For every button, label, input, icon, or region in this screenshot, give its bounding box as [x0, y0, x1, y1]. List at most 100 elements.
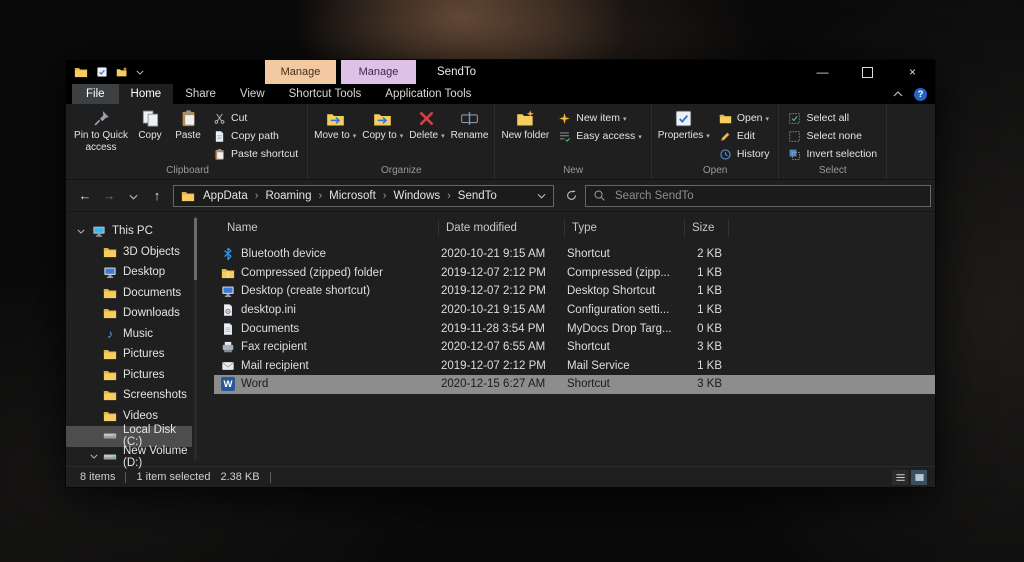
file-row-desktop-ini[interactable]: desktop.ini 2020-10-21 9:15 AM Configura… — [214, 301, 935, 320]
sidebar-item-3d-objects[interactable]: 3D Objects — [66, 242, 192, 263]
refresh-icon — [565, 189, 578, 202]
file-row-mail-recipient[interactable]: Mail recipient 2019-12-07 2:12 PM Mail S… — [214, 357, 935, 376]
easy-access-button[interactable]: Easy access — [554, 127, 645, 145]
sidebar-scrollbar-thumb[interactable] — [194, 218, 197, 280]
breadcrumb-sendto[interactable]: SendTo — [458, 190, 497, 202]
breadcrumb-appdata[interactable]: AppData — [203, 190, 248, 202]
sidebar-item-screenshots[interactable]: Screenshots — [66, 385, 192, 406]
up-button[interactable]: ↑ — [146, 188, 168, 203]
sparkle-icon — [558, 112, 571, 125]
window-title: SendTo — [437, 66, 477, 78]
document-icon — [221, 322, 235, 336]
address-breadcrumb[interactable]: AppData › Roaming › Microsoft › Windows … — [173, 184, 554, 207]
collapse-ribbon-icon[interactable] — [893, 91, 903, 97]
sidebar-item-pictures-2[interactable]: Pictures — [66, 365, 192, 386]
mail-envelope-icon — [221, 359, 235, 373]
help-button[interactable]: ? — [914, 87, 927, 101]
status-divider — [269, 471, 271, 483]
edit-button[interactable]: Edit — [715, 127, 774, 145]
file-row-documents[interactable]: Documents 2019-11-28 3:54 PM MyDocs Drop… — [214, 319, 935, 338]
copy-path-button[interactable]: Copy path — [209, 127, 302, 145]
tab-view[interactable]: View — [228, 84, 277, 104]
open-button[interactable]: Open — [715, 109, 774, 127]
recent-locations-caret[interactable] — [122, 188, 144, 203]
history-button[interactable]: History — [715, 145, 774, 163]
folder-icon — [103, 347, 117, 361]
qat-new-folder-icon[interactable] — [116, 66, 128, 78]
new-folder-button[interactable]: New folder — [498, 106, 552, 142]
search-input[interactable] — [613, 188, 923, 203]
column-header-size[interactable]: Size — [685, 220, 729, 236]
column-header-name[interactable]: Name — [214, 220, 439, 236]
items-count: 8 items — [80, 471, 116, 483]
column-header-type[interactable]: Type — [565, 220, 685, 236]
maximize-button[interactable] — [845, 60, 890, 84]
new-item-button[interactable]: New item — [554, 109, 645, 127]
invert-selection-icon — [788, 148, 801, 161]
tab-home[interactable]: Home — [118, 84, 174, 104]
location-folder-icon — [181, 189, 195, 203]
maximize-icon — [862, 66, 873, 78]
breadcrumb-separator-icon: › — [447, 189, 451, 202]
word-icon: W — [221, 377, 235, 392]
sidebar-item-music[interactable]: ♪ Music — [66, 324, 192, 345]
sidebar-item-desktop[interactable]: Desktop — [66, 262, 192, 283]
tab-application-tools[interactable]: Application Tools — [373, 84, 483, 104]
manage-application-tools-header[interactable]: Manage — [341, 60, 416, 84]
expand-chevron-icon[interactable] — [77, 229, 85, 234]
details-view-button[interactable] — [892, 469, 908, 485]
cut-button[interactable]: Cut — [209, 109, 302, 127]
breadcrumb-microsoft[interactable]: Microsoft — [329, 190, 376, 202]
sidebar-item-pictures[interactable]: Pictures — [66, 344, 192, 365]
delete-button[interactable]: Delete — [406, 106, 447, 142]
select-all-button[interactable]: Select all — [784, 109, 881, 127]
ribbon-group-open: Properties Open Edit History — [652, 104, 780, 179]
rename-button[interactable]: Rename — [448, 106, 492, 142]
sidebar-item-downloads[interactable]: Downloads — [66, 303, 192, 324]
breadcrumb-roaming[interactable]: Roaming — [265, 190, 311, 202]
sidebar-item-new-volume-d[interactable]: New Volume (D:) — [66, 445, 192, 469]
copy-to-button[interactable]: Copy to — [359, 106, 406, 142]
tab-share[interactable]: Share — [173, 84, 228, 104]
app-folder-icon[interactable] — [74, 65, 88, 79]
tab-shortcut-tools[interactable]: Shortcut Tools — [277, 84, 374, 104]
paste-shortcut-button[interactable]: Paste shortcut — [209, 145, 302, 163]
file-row-word-selected[interactable]: W Word 2020-12-15 6:27 AM Shortcut 3 KB — [214, 375, 935, 394]
copy-button[interactable]: Copy — [131, 106, 169, 142]
invert-selection-button[interactable]: Invert selection — [784, 145, 881, 163]
pin-to-quick-access-button[interactable]: Pin to Quick access — [71, 106, 131, 154]
paste-button[interactable]: Paste — [169, 106, 207, 142]
manage-shortcut-tools-header[interactable]: Manage — [265, 60, 336, 84]
sidebar-scrollbar[interactable] — [194, 216, 197, 460]
column-header-date-modified[interactable]: Date modified — [439, 220, 565, 236]
minimize-button[interactable]: — — [800, 60, 845, 84]
expand-chevron-icon[interactable] — [90, 454, 98, 459]
back-button[interactable]: ← — [74, 188, 96, 203]
navigation-pane: This PC 3D Objects Desktop Documents Dow… — [66, 212, 214, 469]
file-row-desktop-shortcut[interactable]: Desktop (create shortcut) 2019-12-07 2:1… — [214, 282, 935, 301]
address-dropdown-caret-icon[interactable] — [537, 193, 546, 199]
properties-button[interactable]: Properties — [655, 106, 713, 142]
title-bar[interactable]: Manage Manage SendTo — × — [66, 60, 935, 84]
sidebar-item-videos[interactable]: Videos — [66, 406, 192, 427]
ribbon-tab-row: File Home Share View Shortcut Tools Appl… — [66, 84, 935, 104]
forward-button[interactable]: → — [98, 188, 120, 203]
qat-customize-caret-icon[interactable] — [136, 70, 144, 75]
copy-to-icon — [373, 109, 392, 128]
move-to-button[interactable]: Move to — [311, 106, 359, 142]
search-box[interactable] — [585, 184, 931, 207]
close-button[interactable]: × — [890, 60, 935, 84]
sidebar-item-this-pc[interactable]: This PC — [66, 221, 192, 242]
breadcrumb-windows[interactable]: Windows — [393, 190, 440, 202]
file-row-bluetooth-device[interactable]: Bluetooth device 2020-10-21 9:15 AM Shor… — [214, 245, 935, 264]
tab-file[interactable]: File — [72, 84, 119, 104]
qat-properties-icon[interactable] — [96, 66, 108, 78]
fax-icon — [221, 340, 235, 354]
sidebar-item-local-disk-c[interactable]: Local Disk (C:) — [66, 424, 192, 448]
refresh-button[interactable] — [559, 189, 583, 202]
file-row-fax-recipient[interactable]: Fax recipient 2020-12-07 6:55 AM Shortcu… — [214, 338, 935, 357]
file-row-compressed-folder[interactable]: Compressed (zipped) folder 2019-12-07 2:… — [214, 264, 935, 283]
sidebar-item-documents[interactable]: Documents — [66, 283, 192, 304]
select-none-button[interactable]: Select none — [784, 127, 881, 145]
large-icons-view-button[interactable] — [911, 469, 927, 485]
